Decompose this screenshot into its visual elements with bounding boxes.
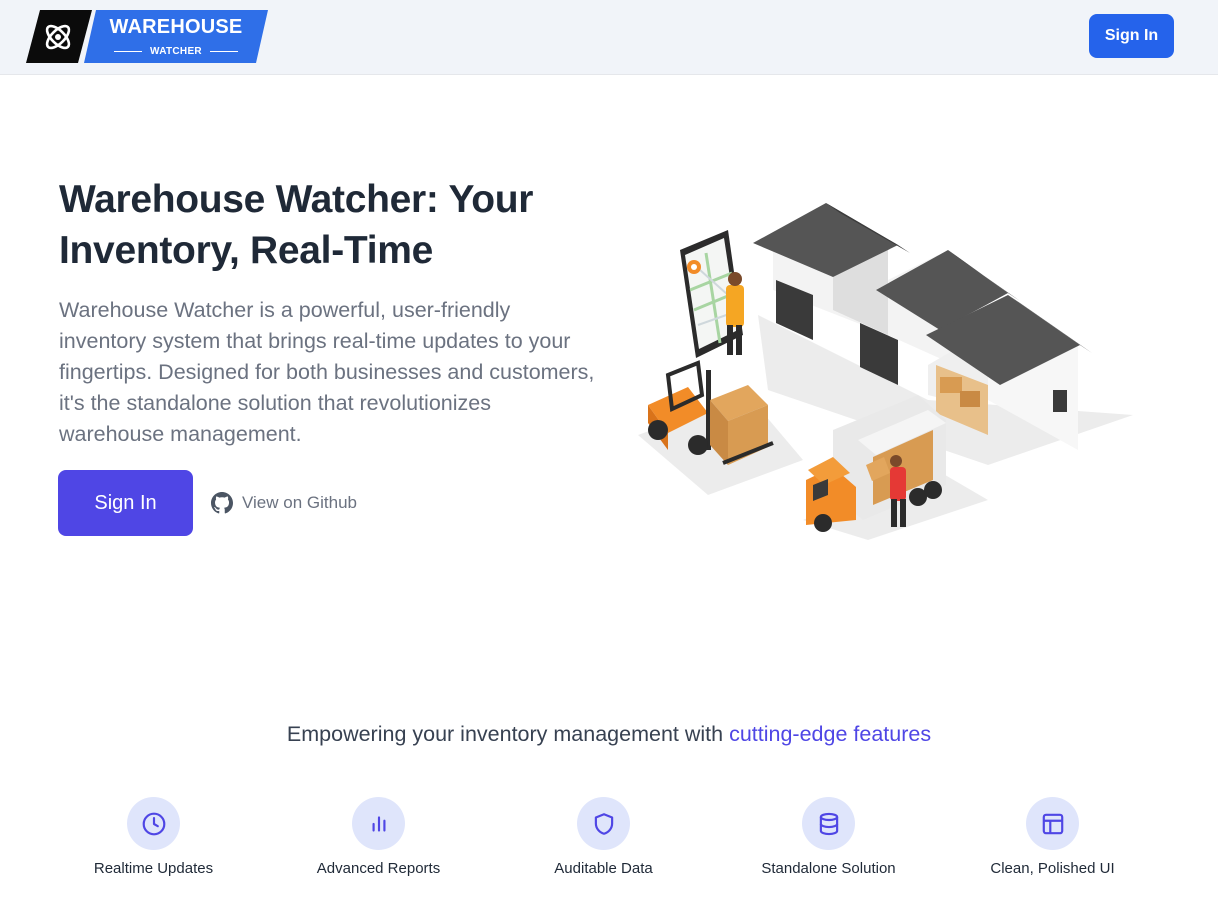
features-heading-accent: cutting-edge features	[729, 722, 932, 746]
warehouse-watcher-logo[interactable]: WAREHOUSE WATCHER	[26, 10, 268, 63]
clock-icon	[142, 812, 165, 835]
feature-label: Auditable Data	[554, 860, 653, 877]
feature-advanced-reports: Advanced Reports	[266, 797, 491, 877]
feature-icon-circle	[802, 797, 855, 850]
feature-icon-circle	[127, 797, 180, 850]
feature-auditable-data: Auditable Data	[491, 797, 716, 877]
logo-subtitle: WATCHER	[84, 46, 268, 57]
bar-chart-icon	[372, 815, 385, 832]
hero-sign-in-button[interactable]: Sign In	[58, 470, 193, 536]
feature-label: Realtime Updates	[93, 860, 214, 877]
feature-icon-circle	[1026, 797, 1079, 850]
hero-title: Warehouse Watcher: Your Inventory, Real-…	[59, 178, 534, 272]
feature-label: Standalone Solution	[761, 860, 896, 877]
logo-subtitle-text: WATCHER	[150, 46, 202, 57]
github-icon	[211, 492, 233, 514]
database-icon	[819, 812, 838, 835]
hero-description: Warehouse Watcher is a powerful, user-fr…	[59, 298, 595, 446]
github-link[interactable]: View on Github	[211, 490, 357, 516]
logo-title: WAREHOUSE	[109, 16, 243, 38]
feature-realtime-updates: Realtime Updates	[41, 797, 266, 877]
feature-standalone-solution: Standalone Solution	[716, 797, 941, 877]
header-sign-in-button[interactable]: Sign In	[1089, 14, 1174, 58]
features-heading: Empowering your inventory management wit…	[0, 722, 1218, 747]
logo-divider-right	[209, 50, 238, 52]
feature-icon-circle	[577, 797, 630, 850]
features-heading-prefix: Empowering your inventory management wit…	[286, 722, 730, 746]
shield-icon	[594, 812, 613, 835]
feature-label: Advanced Reports	[316, 860, 441, 877]
feature-label: Clean, Polished UI	[990, 860, 1115, 877]
feature-icon-circle	[352, 797, 405, 850]
layout-icon	[1042, 813, 1063, 834]
github-link-label: View on Github	[242, 493, 357, 512]
logo-divider-left	[114, 50, 143, 52]
warehouse-illustration	[638, 203, 1133, 540]
top-navbar: WAREHOUSE WATCHER Sign In	[0, 0, 1218, 75]
atom-icon	[45, 24, 71, 50]
feature-clean-polished-ui: Clean, Polished UI	[940, 797, 1165, 877]
